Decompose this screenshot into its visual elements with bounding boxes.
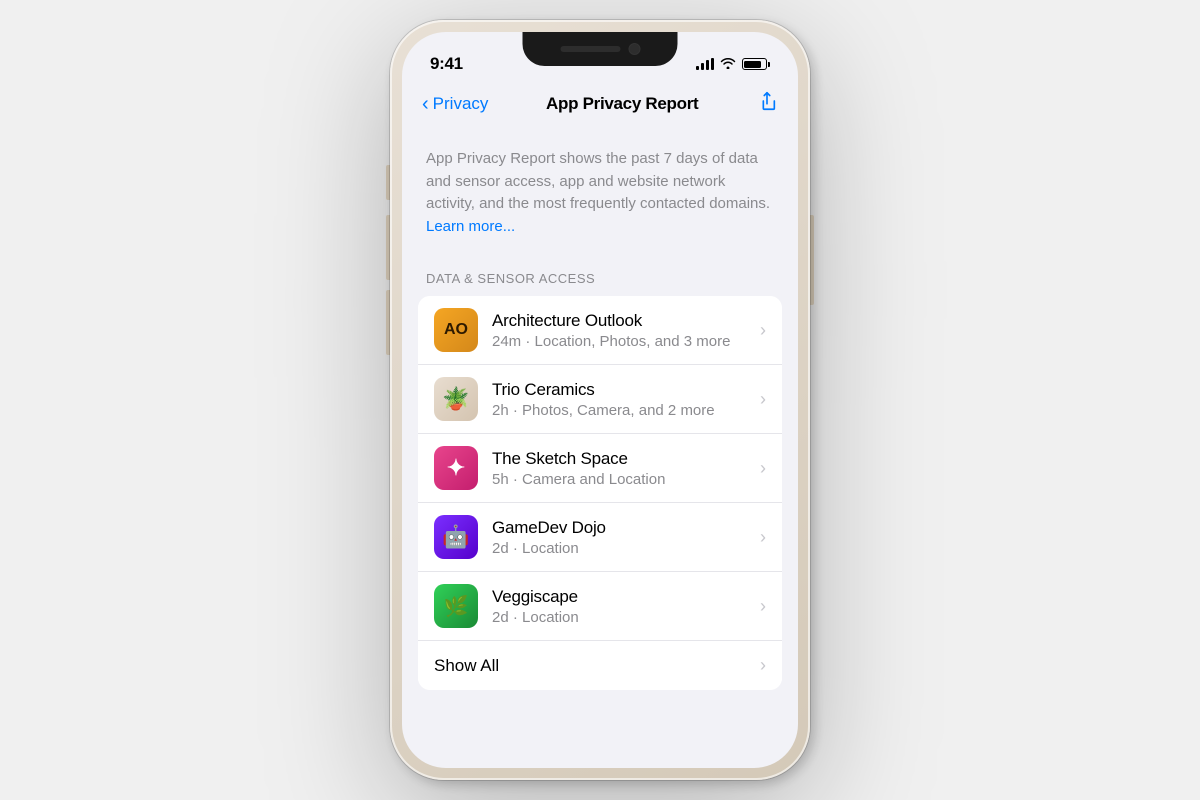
app-detail: 2d · Location bbox=[492, 609, 760, 626]
chevron-right-icon: › bbox=[760, 458, 766, 479]
app-icon-sketch-space: ✦ bbox=[434, 446, 478, 490]
app-icon-veggiscape: 🌿 bbox=[434, 584, 478, 628]
chevron-left-icon: ‹ bbox=[422, 94, 429, 114]
power-button bbox=[810, 215, 814, 305]
item-content: The Sketch Space 5h · Camera and Locatio… bbox=[492, 449, 760, 488]
app-detail: 2h · Photos, Camera, and 2 more bbox=[492, 402, 760, 419]
phone-frame: 9:41 bbox=[390, 20, 810, 780]
signal-icon bbox=[696, 58, 714, 70]
front-camera bbox=[628, 43, 640, 55]
wifi-icon bbox=[720, 57, 736, 72]
battery-icon bbox=[742, 58, 771, 70]
share-button[interactable] bbox=[756, 90, 778, 118]
list-item[interactable]: 🤖 GameDev Dojo 2d · Location › bbox=[418, 503, 782, 572]
app-icon-gamedev-dojo: 🤖 bbox=[434, 515, 478, 559]
app-name: Architecture Outlook bbox=[492, 311, 760, 331]
app-icon-trio-ceramics: 🪴 bbox=[434, 377, 478, 421]
chevron-right-icon: › bbox=[760, 527, 766, 548]
app-name: Trio Ceramics bbox=[492, 380, 760, 400]
show-all-label: Show All bbox=[434, 656, 499, 676]
list-item[interactable]: 🪴 Trio Ceramics 2h · Photos, Camera, and… bbox=[418, 365, 782, 434]
show-all-row[interactable]: Show All › bbox=[418, 641, 782, 690]
app-name: Veggiscape bbox=[492, 587, 760, 607]
item-content: GameDev Dojo 2d · Location bbox=[492, 518, 760, 557]
item-content: Veggiscape 2d · Location bbox=[492, 587, 760, 626]
list-item[interactable]: AO Architecture Outlook 24m · Location, … bbox=[418, 296, 782, 365]
info-section: App Privacy Report shows the past 7 days… bbox=[402, 130, 798, 258]
list-item[interactable]: ✦ The Sketch Space 5h · Camera and Locat… bbox=[418, 434, 782, 503]
app-detail: 2d · Location bbox=[492, 540, 760, 557]
app-name: GameDev Dojo bbox=[492, 518, 760, 538]
app-name: The Sketch Space bbox=[492, 449, 760, 469]
list-item[interactable]: 🌿 Veggiscape 2d · Location › bbox=[418, 572, 782, 641]
learn-more-link[interactable]: Learn more... bbox=[426, 218, 515, 235]
app-list: AO Architecture Outlook 24m · Location, … bbox=[418, 296, 782, 690]
page-title: App Privacy Report bbox=[546, 94, 698, 114]
phone-screen: 9:41 bbox=[402, 32, 798, 768]
nav-bar: ‹ Privacy App Privacy Report bbox=[402, 82, 798, 130]
chevron-right-icon: › bbox=[760, 655, 766, 676]
section-header-label: DATA & SENSOR ACCESS bbox=[426, 271, 595, 286]
back-button[interactable]: ‹ Privacy bbox=[422, 94, 488, 114]
status-time: 9:41 bbox=[430, 54, 463, 74]
notch bbox=[523, 32, 678, 66]
app-detail: 24m · Location, Photos, and 3 more bbox=[492, 333, 760, 350]
content-area: App Privacy Report shows the past 7 days… bbox=[402, 130, 798, 756]
data-sensor-section-header: DATA & SENSOR ACCESS bbox=[402, 258, 798, 296]
back-label: Privacy bbox=[433, 94, 489, 114]
app-detail: 5h · Camera and Location bbox=[492, 471, 760, 488]
info-description: App Privacy Report shows the past 7 days… bbox=[426, 148, 774, 238]
status-icons bbox=[696, 57, 771, 72]
item-content: Architecture Outlook 24m · Location, Pho… bbox=[492, 311, 760, 350]
app-icon-architecture-outlook: AO bbox=[434, 308, 478, 352]
chevron-right-icon: › bbox=[760, 320, 766, 341]
item-content: Trio Ceramics 2h · Photos, Camera, and 2… bbox=[492, 380, 760, 419]
chevron-right-icon: › bbox=[760, 389, 766, 410]
phone-scene: 9:41 bbox=[390, 20, 810, 780]
chevron-right-icon: › bbox=[760, 596, 766, 617]
speaker bbox=[560, 46, 620, 52]
